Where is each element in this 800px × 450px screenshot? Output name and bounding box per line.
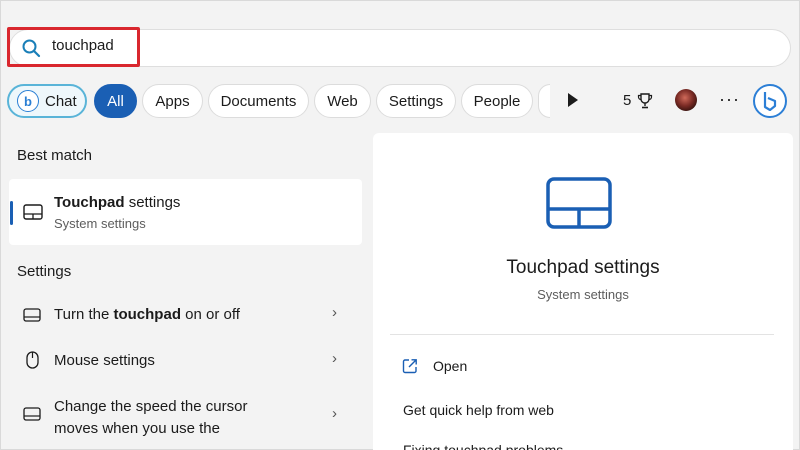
best-match-heading: Best match bbox=[17, 147, 93, 164]
tab-people[interactable]: People bbox=[461, 84, 533, 118]
result-mouse-settings[interactable]: Mouse settings › bbox=[9, 341, 362, 381]
result-label-pre: Mouse settings bbox=[54, 352, 155, 369]
result-touchpad-toggle[interactable]: Turn the touchpad on or off › bbox=[9, 295, 362, 335]
chat-button[interactable]: b Chat bbox=[7, 84, 87, 118]
result-cursor-speed[interactable]: Change the speed the cursor moves when y… bbox=[9, 390, 362, 442]
touchpad-large-icon bbox=[546, 177, 612, 229]
best-match-title: Touchpad settings bbox=[54, 194, 180, 211]
preview-divider bbox=[390, 334, 774, 335]
touchpad-icon bbox=[23, 407, 41, 421]
bing-button[interactable] bbox=[753, 84, 787, 118]
tab-web[interactable]: Web bbox=[314, 84, 371, 118]
open-external-icon bbox=[402, 359, 417, 374]
result-label-pre: Turn the bbox=[54, 306, 114, 323]
trophy-icon[interactable] bbox=[637, 92, 653, 110]
tab-web-label: Web bbox=[327, 92, 358, 110]
chevron-right-icon[interactable]: › bbox=[332, 350, 337, 367]
tab-all[interactable]: All bbox=[94, 84, 137, 118]
tab-settings-label: Settings bbox=[388, 92, 444, 110]
mouse-icon bbox=[26, 351, 39, 369]
preview-title: Touchpad settings bbox=[506, 257, 660, 278]
result-label: Mouse settings bbox=[54, 350, 155, 372]
fix-touchpad-link[interactable]: Fixing touchpad problems bbox=[403, 442, 563, 450]
result-label-bold: touchpad bbox=[113, 306, 181, 323]
best-match-title-rest: settings bbox=[124, 194, 181, 211]
touchpad-icon bbox=[23, 204, 43, 220]
tab-documents[interactable]: Documents bbox=[208, 84, 309, 118]
open-link[interactable]: Open bbox=[433, 358, 467, 374]
result-label: Turn the touchpad on or off bbox=[54, 304, 240, 326]
result-label-post: on or off bbox=[180, 306, 240, 323]
chevron-right-icon[interactable]: › bbox=[332, 304, 337, 321]
bing-icon bbox=[763, 92, 777, 111]
more-options-icon[interactable]: ··· bbox=[719, 89, 740, 110]
result-label: Change the speed the cursor moves when y… bbox=[54, 396, 247, 440]
best-match-subtitle: System settings bbox=[54, 216, 146, 231]
search-input[interactable] bbox=[52, 37, 132, 54]
selection-indicator bbox=[10, 201, 13, 225]
touchpad-icon bbox=[23, 308, 41, 322]
search-icon bbox=[22, 39, 41, 58]
result-label-line2: moves when you use the bbox=[54, 420, 220, 437]
best-match-title-bold: Touchpad bbox=[54, 194, 125, 211]
rewards-count: 5 bbox=[623, 92, 632, 109]
tab-all-label: All bbox=[107, 92, 124, 110]
tab-documents-label: Documents bbox=[220, 92, 297, 110]
tab-apps[interactable]: Apps bbox=[142, 84, 203, 118]
preview-subtitle: System settings bbox=[537, 287, 629, 302]
chevron-right-icon[interactable]: › bbox=[332, 405, 337, 422]
play-more-tabs-icon[interactable] bbox=[567, 93, 579, 107]
result-label-line1: Change the speed the cursor bbox=[54, 398, 248, 415]
tab-overflow[interactable] bbox=[538, 84, 550, 118]
tab-people-label: People bbox=[473, 92, 521, 110]
best-match-item[interactable] bbox=[9, 179, 362, 245]
settings-heading: Settings bbox=[17, 263, 72, 280]
quick-help-heading: Get quick help from web bbox=[403, 402, 554, 418]
user-avatar[interactable] bbox=[675, 89, 697, 111]
bing-chat-icon: b bbox=[17, 90, 39, 112]
tab-apps-label: Apps bbox=[155, 92, 190, 110]
chat-label: Chat bbox=[45, 92, 77, 110]
tab-settings[interactable]: Settings bbox=[376, 84, 456, 118]
